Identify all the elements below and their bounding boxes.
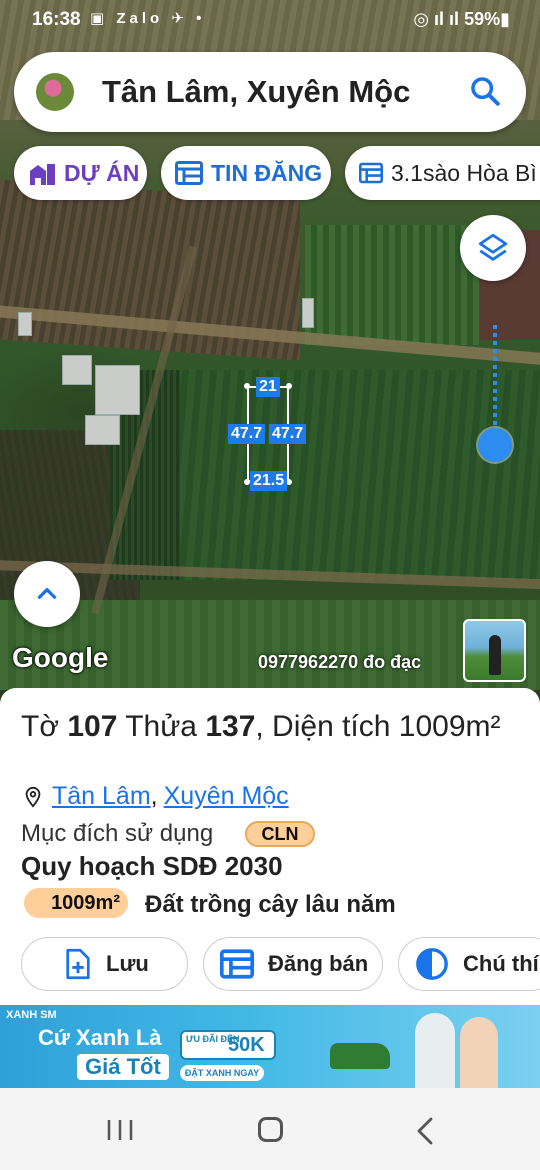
dimension-top: 21 — [256, 377, 280, 397]
list-icon — [220, 949, 254, 979]
person-figure — [489, 635, 501, 675]
promo-thumbnail[interactable] — [463, 619, 526, 682]
ad-brand: XANH SM — [6, 1009, 57, 1021]
home-icon[interactable] — [258, 1117, 283, 1142]
location-line: Tân Lâm, Xuyên Mộc — [22, 782, 289, 811]
chevron-up-icon — [37, 588, 57, 599]
parcel-vertex — [286, 383, 292, 389]
parcel-title: Tờ 107 Thửa 137, Diện tích 1009m² — [21, 710, 501, 743]
search-icon[interactable] — [468, 74, 502, 108]
ad-cta[interactable]: ĐẶT XANH NGAY — [180, 1065, 264, 1081]
dimension-right: 47.7 — [269, 424, 307, 444]
dimension-bottom: 21.5 — [250, 471, 288, 491]
district-link[interactable]: Tân Lâm — [52, 782, 151, 811]
building — [302, 298, 314, 328]
surveyor-phone: 0977962270 đo đạc — [258, 652, 422, 672]
ad-promo-box: ƯU ĐÃI ĐẾN 50K — [180, 1030, 276, 1060]
search-bar[interactable]: Tân Lâm, Xuyên Mộc — [14, 52, 526, 132]
chip-label: 3.1sào Hòa Bì — [391, 159, 537, 186]
plan-heading: Quy hoạch SDĐ 2030 — [21, 851, 283, 881]
half-circle-icon — [416, 948, 448, 980]
building — [18, 312, 32, 336]
parcel-info-sheet: Tờ 107 Thửa 137, Diện tích 1009m² Tân Lâ… — [0, 688, 540, 1008]
post-sale-button[interactable]: Đăng bán — [203, 937, 383, 991]
legend-button[interactable]: Chú thí — [398, 937, 540, 991]
chip-label: TIN ĐĂNG — [211, 159, 323, 186]
purpose-code-badge: CLN — [245, 821, 315, 847]
building-icon — [30, 164, 55, 185]
google-logo: Google — [12, 642, 109, 673]
chip-du-an[interactable]: DỰ ÁN — [14, 146, 147, 200]
purpose-label: Mục đích sử dụng — [21, 820, 214, 847]
list-icon — [175, 161, 203, 185]
car-image — [330, 1043, 390, 1069]
ad-subheadline: Giá Tốt — [77, 1054, 169, 1080]
system-nav-bar — [0, 1088, 540, 1170]
notification-icons: ▣ Zalo ✈ • — [90, 10, 206, 27]
farm-field — [175, 370, 540, 580]
building — [62, 355, 92, 385]
person-image — [415, 1013, 455, 1088]
location-trail — [493, 325, 497, 430]
chip-tin-dang[interactable]: TIN ĐĂNG — [161, 146, 331, 200]
chip-saved-listing[interactable]: 3.1sào Hòa Bì — [345, 146, 540, 200]
my-location-dot — [478, 428, 512, 462]
battery-icon: ▮ — [500, 9, 510, 29]
add-file-icon — [66, 948, 90, 980]
parcel-vertex — [244, 383, 250, 389]
ad-banner[interactable]: XANH SM Cứ Xanh Là Giá Tốt ƯU ĐÃI ĐẾN 50… — [0, 1005, 540, 1088]
expand-up-button[interactable] — [14, 561, 80, 627]
ad-headline: Cứ Xanh Là — [38, 1025, 162, 1050]
recents-icon[interactable] — [105, 1118, 135, 1142]
back-icon[interactable] — [415, 1117, 435, 1145]
location-pin-icon — [25, 786, 41, 808]
building — [85, 415, 120, 445]
status-bar: 16:38 ▣ Zalo ✈ • ◎ ıl ıl 59%▮ — [0, 0, 540, 40]
layers-button[interactable] — [460, 215, 526, 281]
avatar[interactable] — [36, 73, 74, 111]
clock: 16:38 — [32, 9, 81, 30]
person-image — [460, 1017, 498, 1088]
farm-field — [305, 225, 480, 345]
building — [95, 365, 140, 415]
search-query[interactable]: Tân Lâm, Xuyên Mộc — [102, 74, 410, 110]
battery-level: ◎ ıl ıl 59%▮ — [413, 9, 510, 29]
land-type: Đất trồng cây lâu năm — [145, 891, 396, 918]
chip-label: DỰ ÁN — [64, 159, 140, 186]
signal-icon: ◎ ıl ıl — [413, 9, 465, 29]
save-button[interactable]: Lưu — [21, 937, 188, 991]
layers-icon — [478, 233, 508, 261]
province-link[interactable]: Xuyên Mộc — [164, 782, 289, 811]
plan-area-badge: 1009m² — [24, 888, 128, 918]
list-icon — [359, 162, 383, 184]
dimension-left: 47.7 — [228, 424, 266, 444]
